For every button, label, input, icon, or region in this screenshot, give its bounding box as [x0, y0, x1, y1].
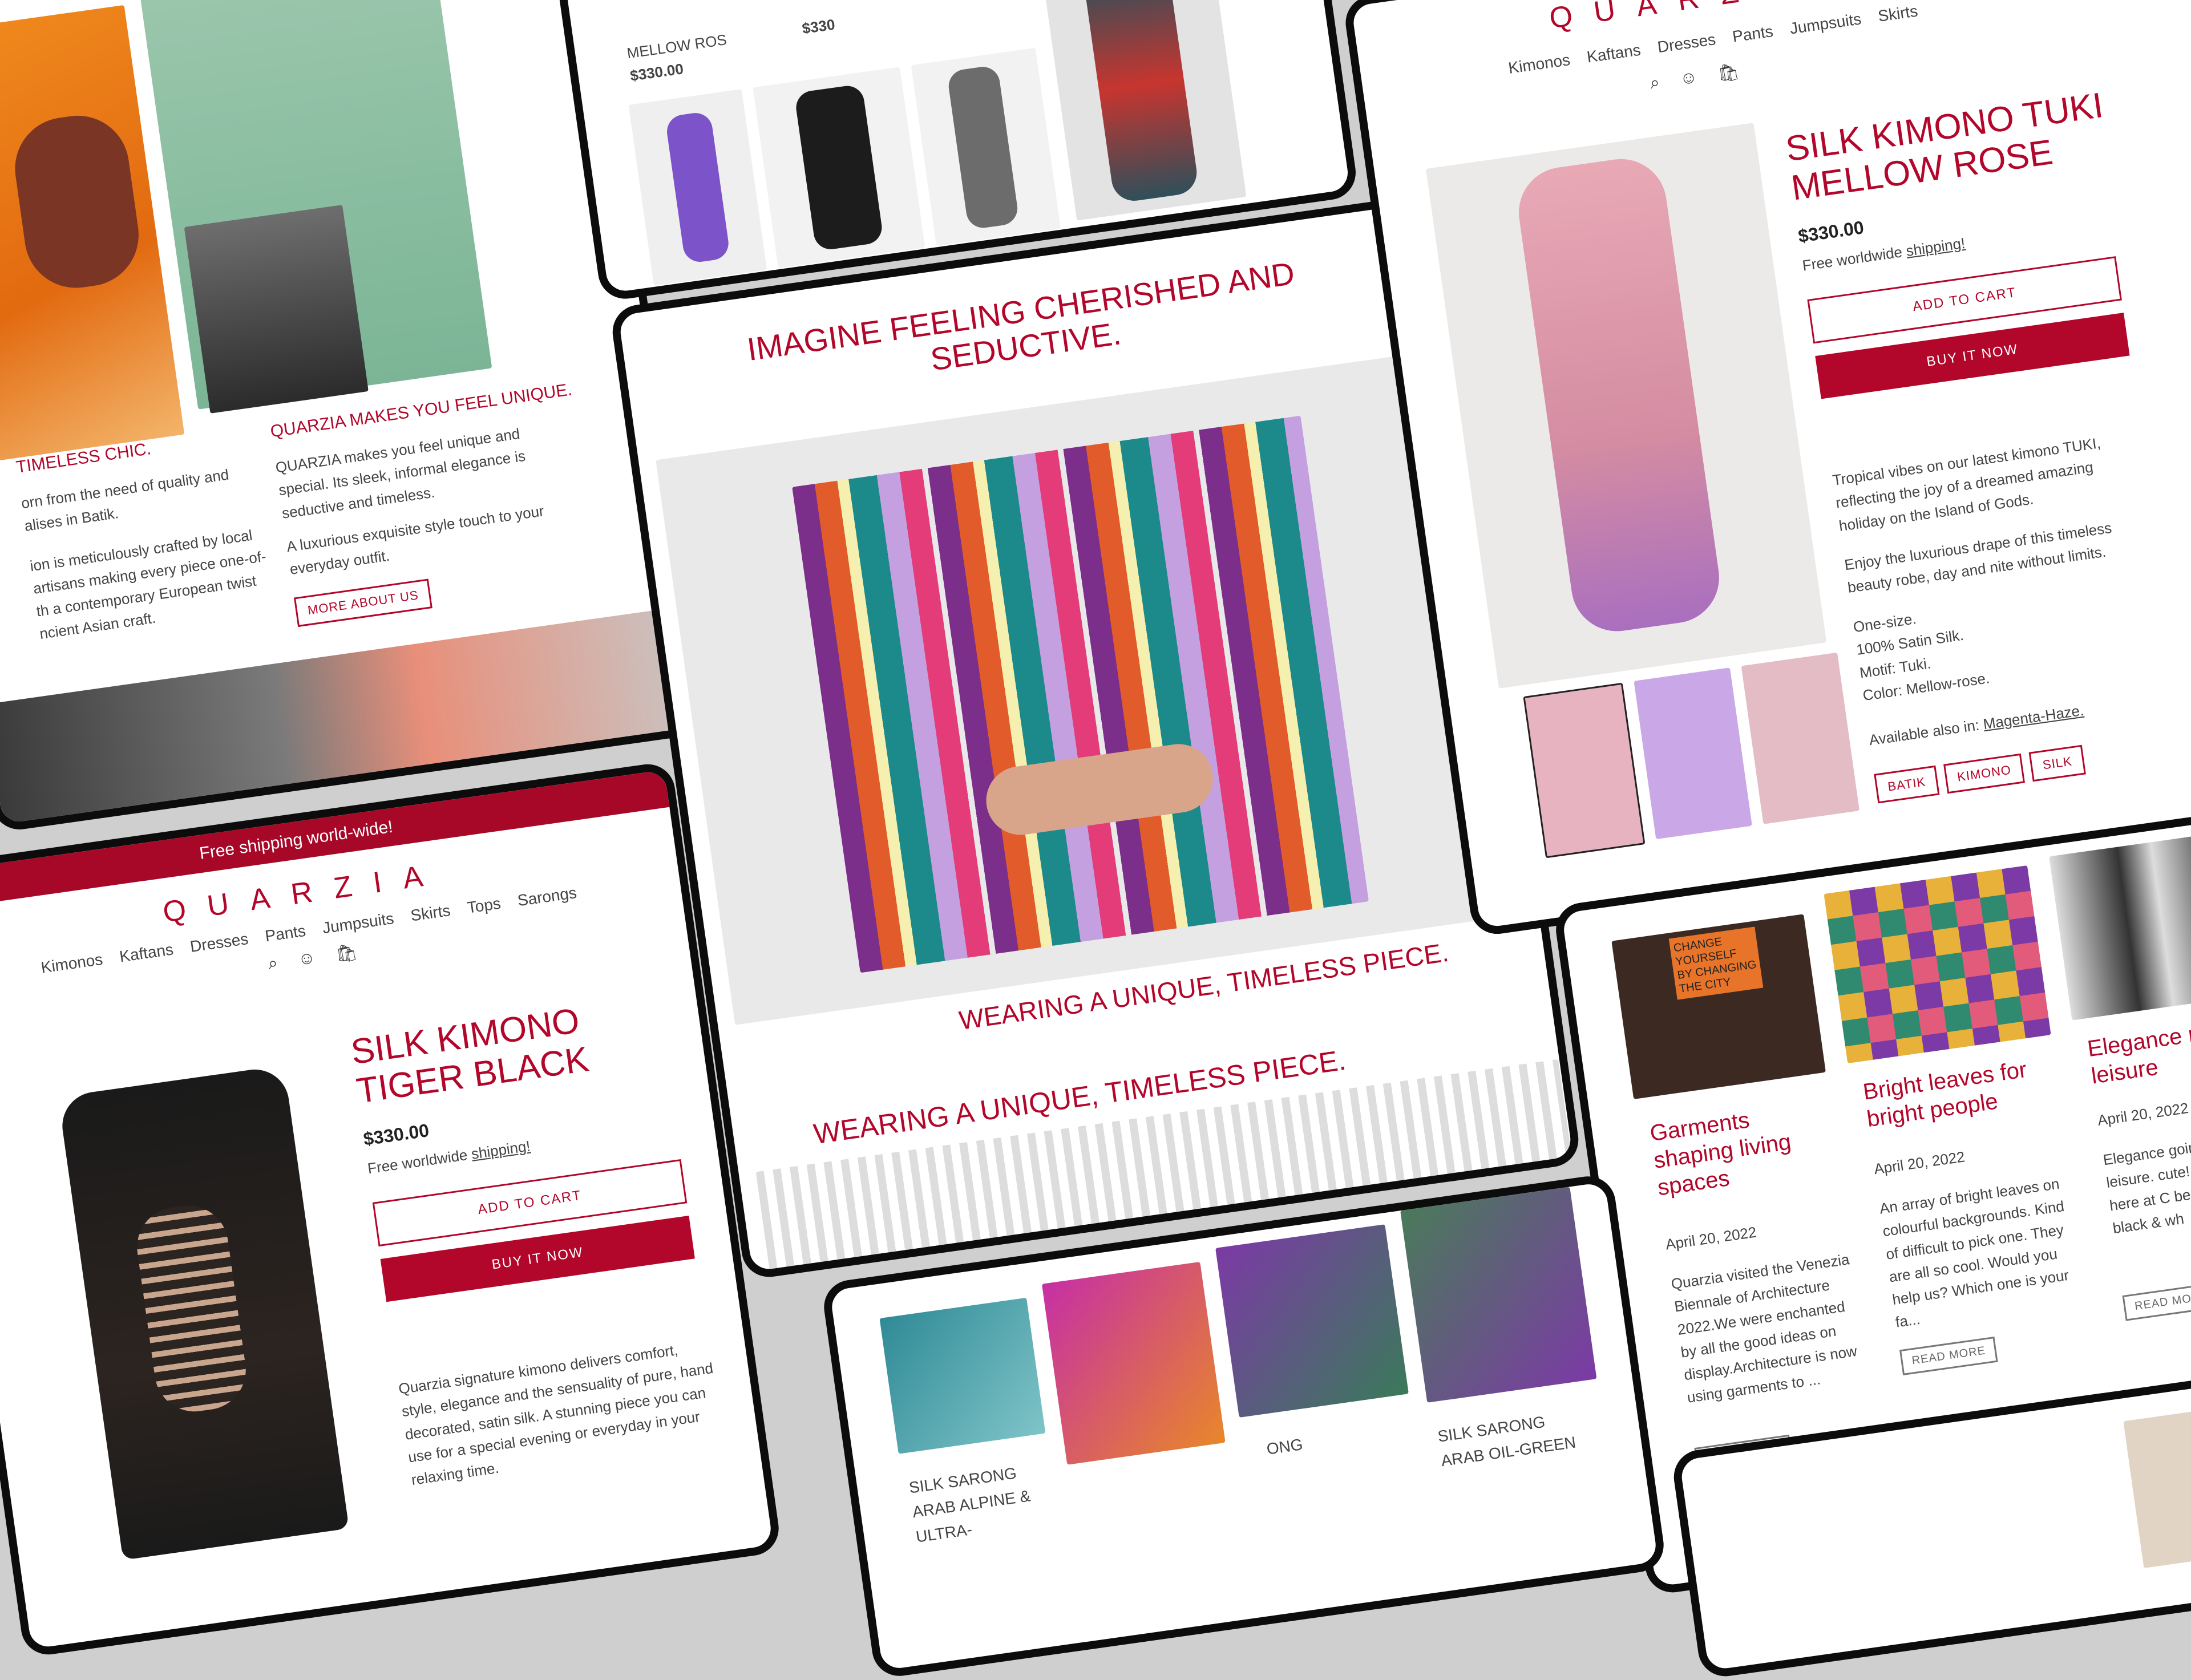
nav-kimonos[interactable]: Kimonos: [40, 950, 104, 977]
sarong-photo-magenta: [1041, 1261, 1226, 1465]
read-more-button[interactable]: READ MORE: [1899, 1336, 1998, 1375]
tiger-desc: Quarzia signature kimono delivers comfor…: [397, 1341, 714, 1489]
sarong-photo-purple: [1215, 1224, 1409, 1418]
cart-icon[interactable]: 🛍: [1716, 62, 1741, 84]
post-excerpt: Quarzia visited the Venezia Biennale of …: [1669, 1250, 1858, 1407]
product-tuki-panel: QUARZIA Kimonos Kaftans Dresses Pants Ju…: [1342, 0, 2191, 938]
read-more-button[interactable]: READ MO: [2122, 1284, 2191, 1321]
cart-icon[interactable]: 🛍: [334, 942, 359, 965]
thumb-strip: [1523, 652, 1859, 859]
model-photo: [2123, 1405, 2191, 1568]
available-text: Available also in:: [1867, 715, 1984, 749]
sarong-photo-teal: [879, 1297, 1046, 1454]
thumbnail[interactable]: [1741, 652, 1859, 824]
user-icon[interactable]: ☺: [297, 948, 317, 970]
tag-kimono[interactable]: KIMONO: [1943, 753, 2026, 794]
tuki-available: Available also in: Magenta-Haze.: [1867, 699, 2085, 752]
nav-pants[interactable]: Pants: [1731, 22, 1774, 46]
thumbnail[interactable]: [1523, 682, 1646, 859]
post-date: April 20, 2022: [1873, 1148, 1966, 1178]
tag-row: BATIK KIMONO SILK: [1874, 744, 2086, 804]
nav-dresses[interactable]: Dresses: [189, 930, 249, 956]
thumbnail[interactable]: [1634, 667, 1752, 840]
shipping-text: Free worldwide: [366, 1145, 473, 1177]
striped-kaftan-garment: [792, 415, 1369, 973]
nav-dresses[interactable]: Dresses: [1656, 30, 1717, 56]
user-icon[interactable]: ☺: [1679, 67, 1699, 90]
nav-jumpsuits[interactable]: Jumpsuits: [1789, 10, 1862, 38]
product-tiger-panel: Free shipping world-wide! QUARZIA Kimono…: [0, 760, 782, 1658]
biennale-photo-text: CHANGE YOURSELF BY CHANGING THE CITY: [1668, 926, 1764, 1000]
nav-jumpsuits[interactable]: Jumpsuits: [321, 909, 395, 937]
leaves-photo: [1824, 865, 2051, 1064]
nav-tops[interactable]: Tops: [466, 894, 502, 917]
tuki-title: SILK KIMONO TUKI MELLOW ROSE: [1783, 86, 2106, 209]
tag-batik[interactable]: BATIK: [1874, 765, 1940, 804]
post-date: April 20, 2022: [1664, 1223, 1758, 1253]
more-about-us-button[interactable]: MORE ABOUT US: [293, 578, 432, 628]
nav-pants[interactable]: Pants: [264, 922, 307, 946]
tag-silk[interactable]: SILK: [2028, 744, 2086, 782]
sarong-photo-green: [1400, 1187, 1597, 1403]
product-price-2: $330: [801, 15, 836, 38]
tiger-price: $330.00: [362, 1120, 431, 1149]
search-icon[interactable]: ⌕: [1649, 73, 1662, 94]
available-link[interactable]: Magenta-Haze.: [1982, 702, 2085, 732]
header-icons: ⌕ ☺ 🛍: [1649, 62, 1741, 94]
nav-skirts[interactable]: Skirts: [410, 901, 452, 925]
sarong-name[interactable]: ONG: [1265, 1432, 1304, 1462]
post-title[interactable]: Elegance m leisure: [2086, 1012, 2191, 1090]
sarong-name[interactable]: SILK SARONG ARAB ALPINE & ULTRA-: [907, 1458, 1048, 1549]
nav-kaftans[interactable]: Kaftans: [118, 940, 174, 966]
black-white-outfit-photo: [2049, 832, 2191, 1021]
post-title[interactable]: Garments shaping living spaces: [1648, 1096, 1829, 1201]
shipping-link[interactable]: shipping!: [1905, 234, 1966, 260]
tiger-title: SILK KIMONO TIGER BLACK: [348, 1001, 592, 1111]
shipping-link[interactable]: shipping!: [470, 1137, 531, 1163]
left-text: orn from the need of quality and alises …: [20, 459, 279, 646]
nav-skirts[interactable]: Skirts: [1877, 2, 1919, 25]
nav-kimonos[interactable]: Kimonos: [1507, 51, 1571, 78]
post-excerpt: Elegance goin with leisure. cute! That's…: [2102, 1134, 2191, 1237]
tuki-specs: One-size. 100% Satin Silk. Motif: Tuki. …: [1852, 598, 1991, 707]
tuki-price: $330.00: [1797, 217, 1865, 247]
search-icon[interactable]: ⌕: [267, 953, 280, 974]
post-date: April 20, 2022: [2096, 1099, 2190, 1129]
nav-kaftans[interactable]: Kaftans: [1586, 41, 1642, 67]
sarong-name[interactable]: SILK SARONG ARAB OIL-GREEN: [1436, 1404, 1590, 1473]
post-excerpt: An array of bright leaves on colourful b…: [1878, 1175, 2070, 1331]
nav-sarongs[interactable]: Sarongs: [516, 884, 578, 910]
shipping-text: Free worldwide: [1801, 242, 1907, 274]
photographer-photo: [184, 205, 369, 414]
post-title[interactable]: Bright leaves for bright people: [1861, 1054, 2049, 1134]
